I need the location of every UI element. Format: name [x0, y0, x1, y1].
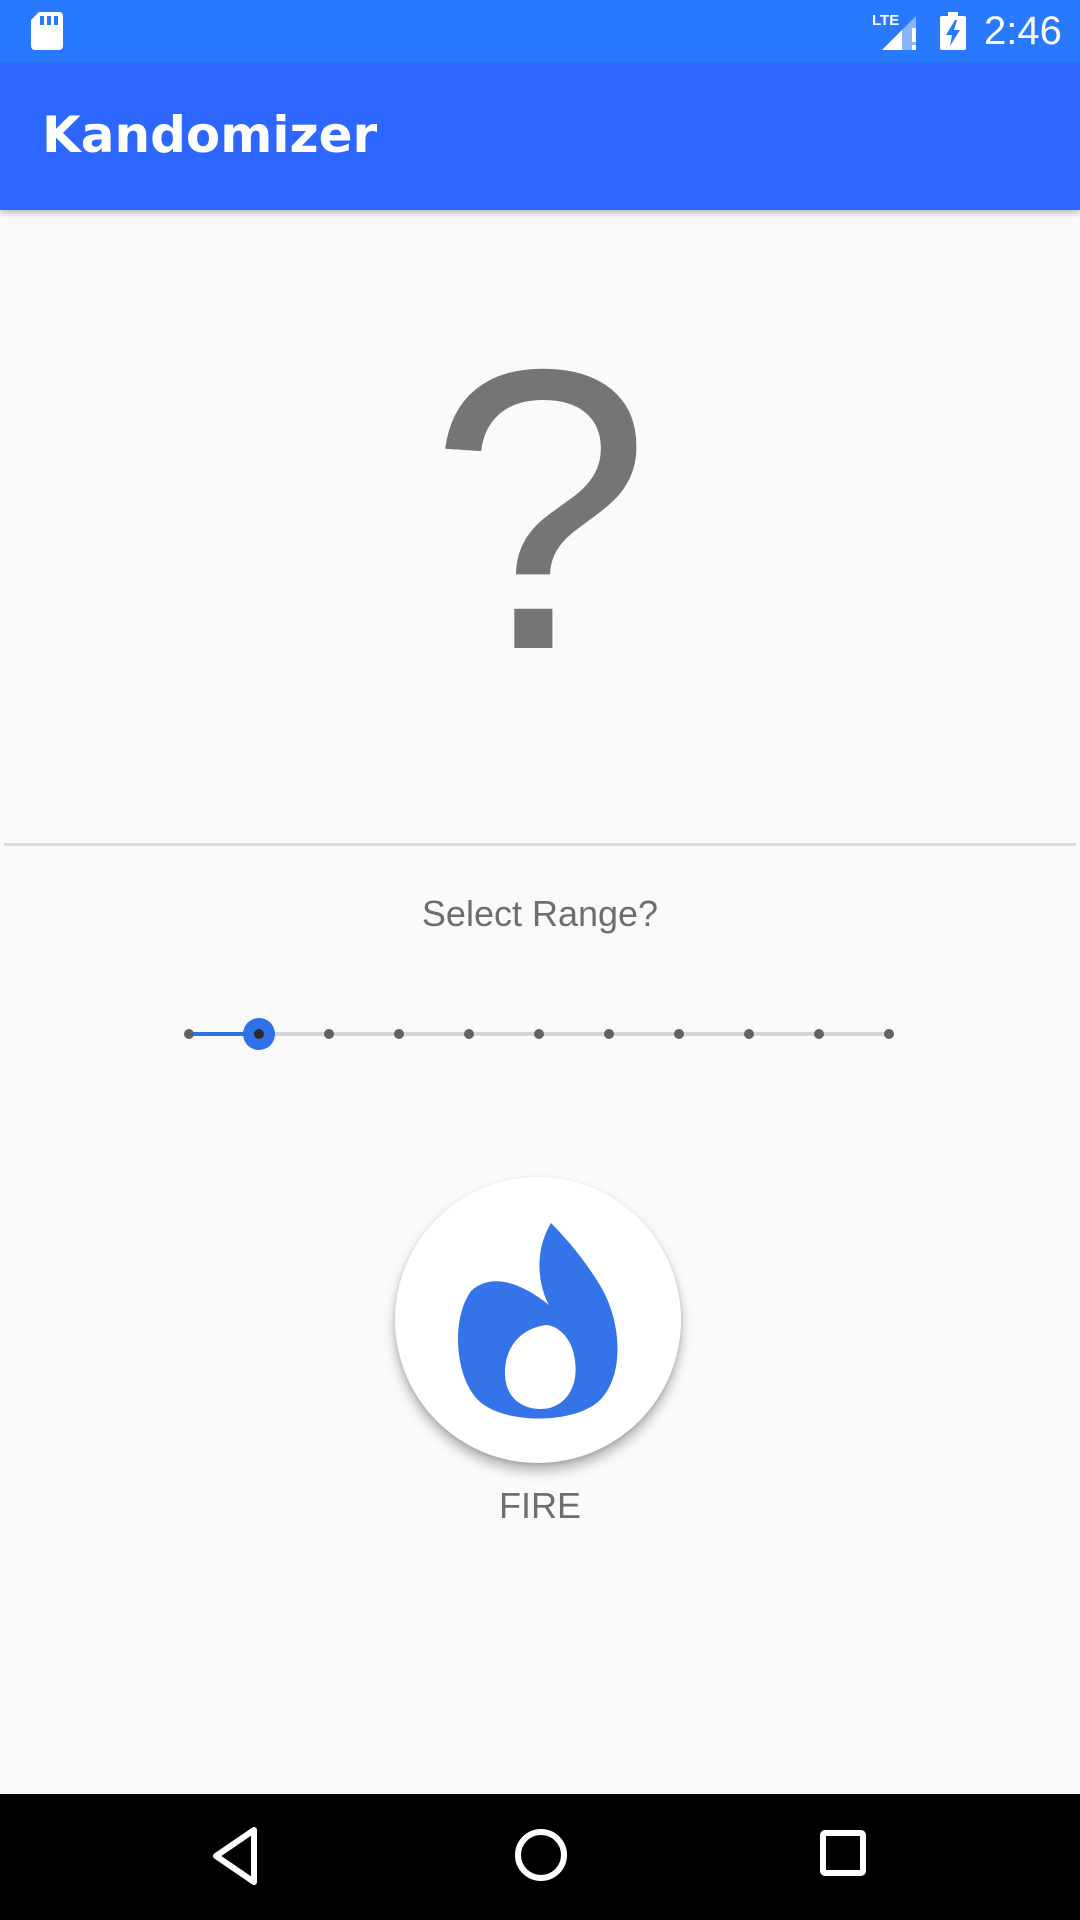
slider-tick[interactable] — [184, 1029, 194, 1039]
slider-tick[interactable] — [394, 1029, 404, 1039]
status-bar: LTE 2:46 — [0, 0, 1080, 63]
slider-tick[interactable] — [674, 1029, 684, 1039]
slider-tick[interactable] — [814, 1029, 824, 1039]
status-clock: 2:46 — [984, 9, 1062, 53]
screen: LTE 2:46 Kandomizer ? Select Range? FIRE — [0, 0, 1080, 1920]
slider-tick[interactable] — [604, 1029, 614, 1039]
sd-card-icon — [31, 12, 63, 50]
recents-icon[interactable] — [820, 1830, 866, 1876]
slider-tick[interactable] — [324, 1029, 334, 1039]
flame-icon — [458, 1223, 618, 1419]
slider-tick[interactable] — [744, 1029, 754, 1039]
range-slider[interactable] — [175, 1009, 903, 1059]
fire-button[interactable] — [395, 1177, 681, 1463]
slider-thumb-tick — [254, 1029, 264, 1039]
svg-text:LTE: LTE — [872, 12, 899, 29]
navigation-bar — [0, 1794, 1080, 1920]
divider — [4, 843, 1076, 846]
slider-tick[interactable] — [884, 1029, 894, 1039]
lte-signal-icon: LTE — [872, 12, 916, 50]
app-title: Kandomizer — [42, 106, 378, 164]
fire-label: FIRE — [498, 1485, 581, 1526]
range-label: Select Range? — [421, 893, 659, 934]
slider-tick[interactable] — [534, 1029, 544, 1039]
back-icon[interactable] — [210, 1826, 260, 1886]
home-icon[interactable] — [514, 1828, 568, 1882]
slider-tick[interactable] — [464, 1029, 474, 1039]
random-result: ? — [428, 286, 652, 733]
app-bar: Kandomizer — [0, 63, 1080, 210]
battery-charging-icon — [940, 12, 966, 50]
